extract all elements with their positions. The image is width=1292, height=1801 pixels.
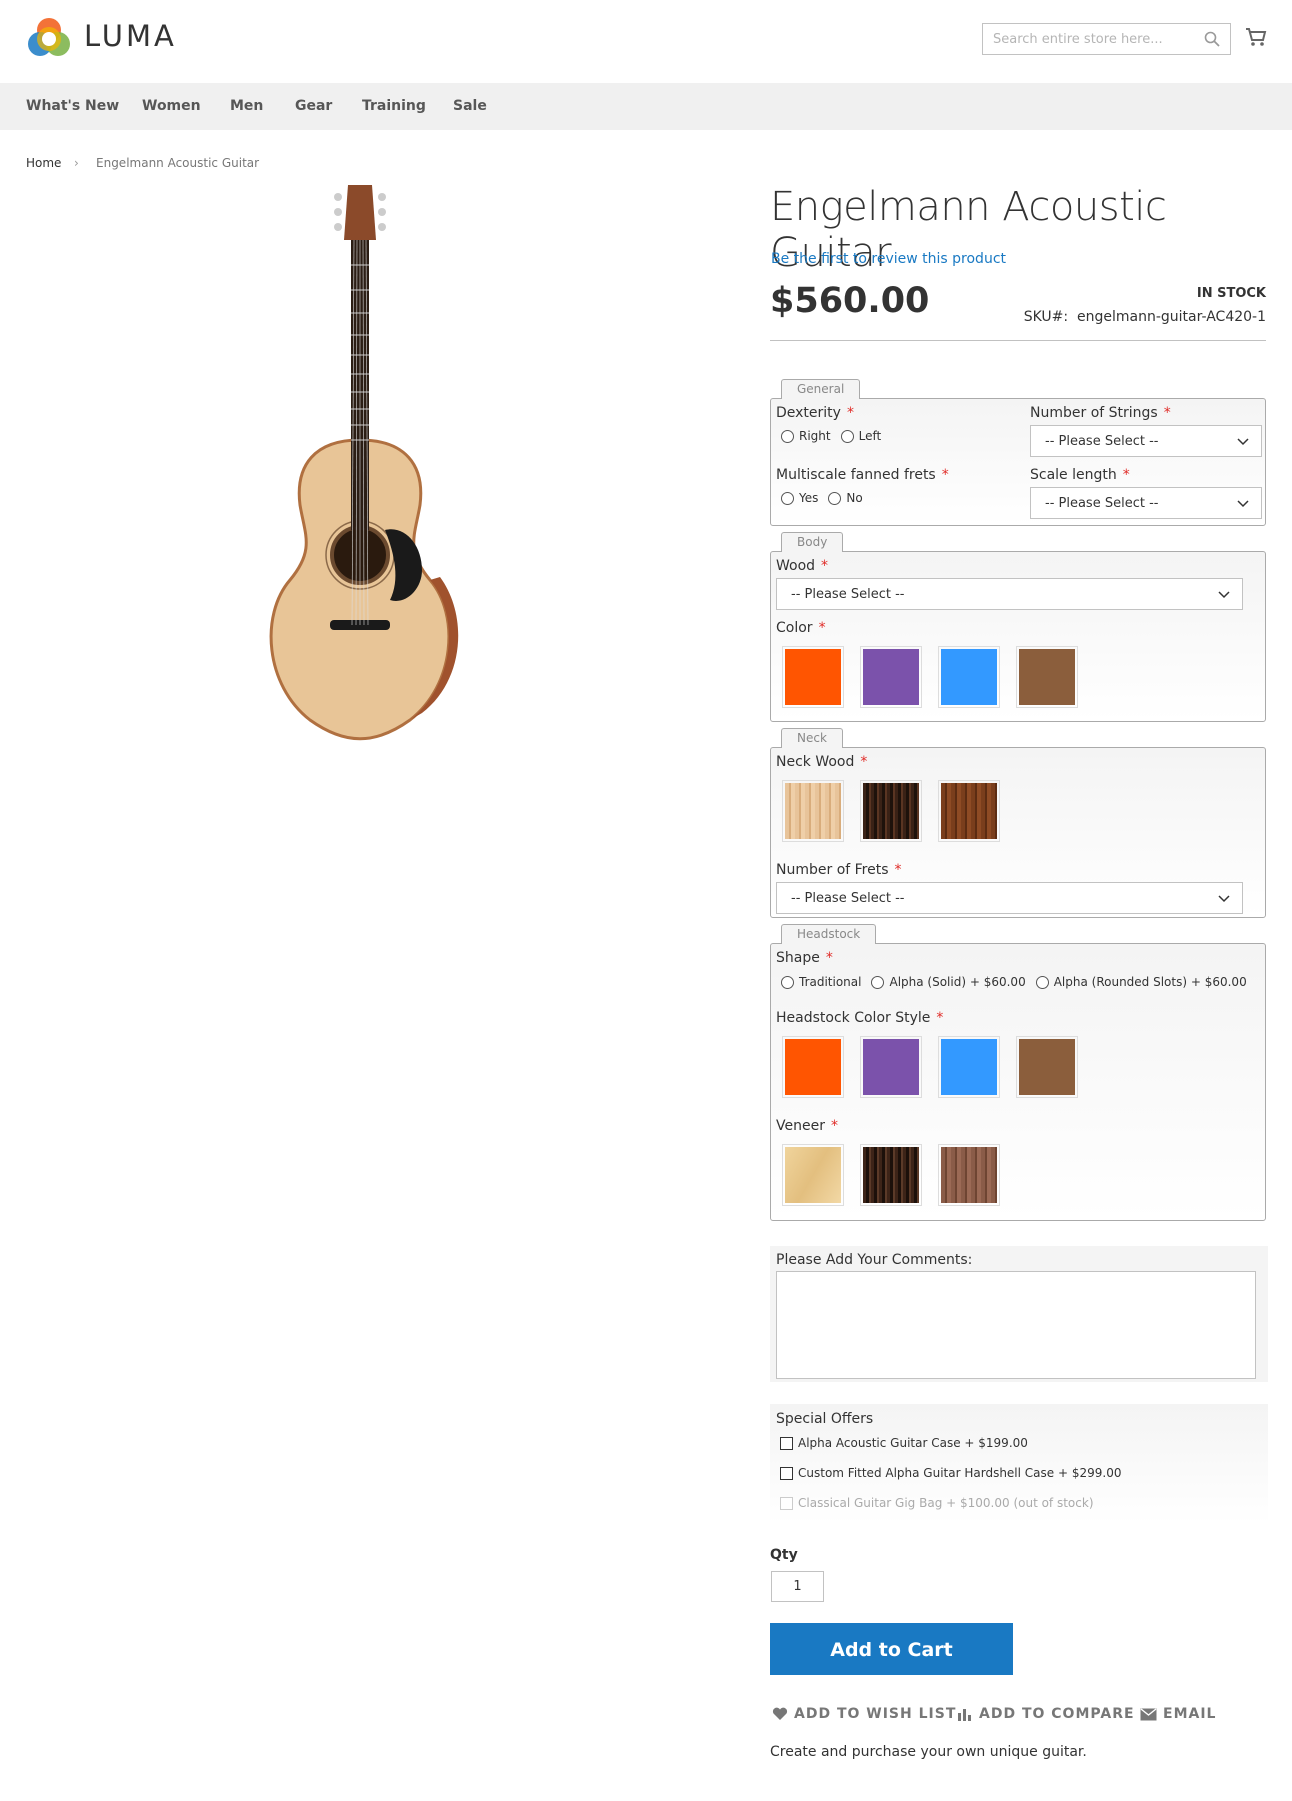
chevron-down-icon xyxy=(1218,895,1230,903)
shape-traditional-radio[interactable] xyxy=(781,975,794,989)
review-link[interactable]: Be the first to review this product xyxy=(771,251,1006,267)
color-swatch-brown[interactable] xyxy=(1016,646,1078,708)
main-navigation: What's New Women Men Gear Training Sale xyxy=(0,83,1292,130)
product-image-guitar[interactable] xyxy=(200,185,520,755)
product-description: Create and purchase your own unique guit… xyxy=(770,1744,1087,1760)
color-swatch-orange[interactable] xyxy=(782,646,844,708)
comments-section: Please Add Your Comments: xyxy=(770,1246,1268,1382)
legend-body: Body xyxy=(781,532,844,552)
offer-checkbox[interactable] xyxy=(780,1466,793,1480)
add-to-compare-link[interactable]: ADD TO COMPARE xyxy=(957,1706,1135,1722)
fieldset-headstock: Headstock Shape * Traditional Alpha (Soli… xyxy=(770,924,1266,1221)
offer-item[interactable]: Custom Fitted Alpha Guitar Hardshell Cas… xyxy=(780,1466,1121,1480)
nav-item-gear[interactable]: Gear xyxy=(295,98,332,114)
cart-icon[interactable] xyxy=(1245,26,1267,48)
comments-label: Please Add Your Comments: xyxy=(776,1252,973,1268)
veneer-label: Veneer * xyxy=(776,1118,838,1134)
heart-icon xyxy=(772,1707,788,1720)
email-link[interactable]: EMAIL xyxy=(1140,1706,1216,1722)
logo-text[interactable]: LUMA xyxy=(84,19,177,53)
product-sku: SKU#: engelmann-guitar-AC420-1 xyxy=(1024,309,1266,325)
search-input[interactable] xyxy=(983,24,1193,54)
search-box[interactable] xyxy=(982,23,1231,55)
color-swatch-blue[interactable] xyxy=(938,646,1000,708)
nav-item-women[interactable]: Women xyxy=(142,98,201,114)
comments-textarea[interactable] xyxy=(776,1271,1256,1379)
offer-item[interactable]: Alpha Acoustic Guitar Case + $199.00 xyxy=(780,1436,1028,1450)
chevron-down-icon xyxy=(1218,591,1230,599)
site-header: LUMA xyxy=(0,0,1292,83)
dexterity-left-radio[interactable] xyxy=(840,429,854,443)
multiscale-no-radio[interactable] xyxy=(828,491,842,505)
multiscale-options: Yes No xyxy=(781,491,873,505)
compare-chart-icon xyxy=(958,1709,971,1721)
breadcrumb-home[interactable]: Home xyxy=(26,156,61,170)
strings-select[interactable]: -- Please Select -- xyxy=(1030,425,1262,457)
strings-label: Number of Strings * xyxy=(1030,405,1171,421)
shape-options: Traditional Alpha (Solid) + $60.00 Alpha… xyxy=(781,975,1257,989)
special-offers-section: Special Offers Alpha Acoustic Guitar Cas… xyxy=(770,1404,1268,1524)
fieldset-neck: Neck Neck Wood * Number of Frets * -- Plea… xyxy=(770,728,1266,918)
qty-label: Qty xyxy=(770,1547,798,1563)
color-label: Color * xyxy=(776,620,826,636)
headstock-color-swatch-brown[interactable] xyxy=(1016,1036,1078,1098)
fieldset-body: Body Wood * -- Please Select -- Color * xyxy=(770,532,1266,722)
dexterity-right-radio[interactable] xyxy=(781,429,794,443)
multiscale-label: Multiscale fanned frets * xyxy=(776,467,949,483)
breadcrumb-separator-icon: › xyxy=(74,156,79,170)
add-to-cart-button[interactable]: Add to Cart xyxy=(770,1623,1013,1675)
stock-status: IN STOCK xyxy=(1196,286,1266,301)
nav-item-men[interactable]: Men xyxy=(230,98,263,114)
neck-wood-swatch-rosewood[interactable] xyxy=(938,780,1000,842)
breadcrumb-current: Engelmann Acoustic Guitar xyxy=(96,156,260,170)
headstock-color-swatch-orange[interactable] xyxy=(782,1036,844,1098)
divider xyxy=(770,340,1266,341)
number-of-frets-label: Number of Frets * xyxy=(776,862,902,878)
sku-value: engelmann-guitar-AC420-1 xyxy=(1077,309,1266,325)
wood-label: Wood * xyxy=(776,558,829,574)
wood-select[interactable]: -- Please Select -- xyxy=(776,578,1243,610)
neck-wood-swatch-ebony[interactable] xyxy=(860,780,922,842)
scale-select[interactable]: -- Please Select -- xyxy=(1030,487,1262,519)
luma-logo-icon[interactable] xyxy=(26,16,72,62)
qty-input[interactable]: 1 xyxy=(771,1571,824,1602)
shape-label: Shape * xyxy=(776,950,833,966)
nav-item-sale[interactable]: Sale xyxy=(453,98,487,114)
email-icon xyxy=(1140,1707,1157,1720)
veneer-swatch-ebony[interactable] xyxy=(860,1144,922,1206)
nav-item-whats-new[interactable]: What's New xyxy=(26,98,119,114)
chevron-down-icon xyxy=(1237,500,1249,508)
veneer-swatch-spruce[interactable] xyxy=(782,1144,844,1206)
legend-general: General xyxy=(781,379,861,399)
offer-item-disabled: Classical Guitar Gig Bag + $100.00 (out … xyxy=(780,1496,1094,1510)
frets-select[interactable]: -- Please Select -- xyxy=(776,882,1243,914)
veneer-swatch-walnut[interactable] xyxy=(938,1144,1000,1206)
legend-headstock: Headstock xyxy=(781,924,877,944)
product-price: $560.00 xyxy=(770,281,930,321)
chevron-down-icon xyxy=(1237,438,1249,446)
legend-neck: Neck xyxy=(781,728,843,748)
dexterity-options: Right Left xyxy=(781,429,891,443)
shape-alpha-solid-radio[interactable] xyxy=(871,975,885,989)
search-icon[interactable] xyxy=(1204,31,1220,47)
scale-label: Scale length * xyxy=(1030,467,1130,483)
nav-item-training[interactable]: Training xyxy=(362,98,426,114)
add-to-wishlist-link[interactable]: ADD TO WISH LIST xyxy=(772,1706,956,1722)
headstock-color-swatch-blue[interactable] xyxy=(938,1036,1000,1098)
neck-wood-swatch-maple[interactable] xyxy=(782,780,844,842)
sku-label: SKU#: xyxy=(1023,309,1069,325)
special-offers-title: Special Offers xyxy=(776,1411,874,1427)
neck-wood-label: Neck Wood * xyxy=(776,754,868,770)
headstock-color-label: Headstock Color Style * xyxy=(776,1010,944,1026)
headstock-color-swatch-purple[interactable] xyxy=(860,1036,922,1098)
multiscale-yes-radio[interactable] xyxy=(781,491,794,505)
dexterity-label: Dexterity * xyxy=(776,405,854,421)
offer-checkbox[interactable] xyxy=(780,1436,793,1450)
fieldset-general: General Dexterity * Right Left Number of … xyxy=(770,379,1266,526)
shape-alpha-rounded-radio[interactable] xyxy=(1035,975,1049,989)
color-swatch-purple[interactable] xyxy=(860,646,922,708)
offer-checkbox-disabled xyxy=(780,1496,793,1510)
